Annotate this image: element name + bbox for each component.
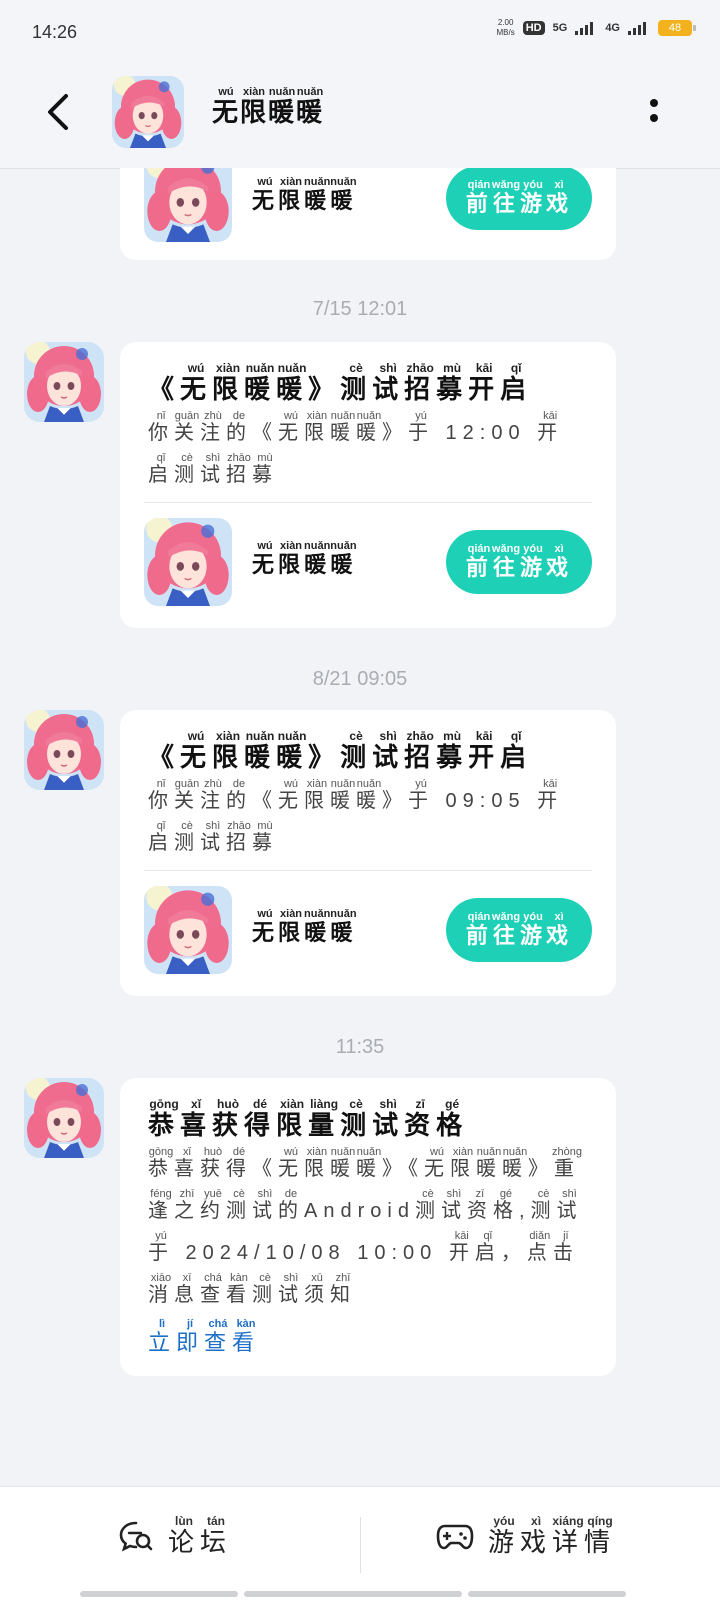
message-body: 恭gōng喜xǐ获huò得dé《无wú限xiàn暖nuǎn暖nuǎn》《无wú限…: [148, 1146, 583, 1306]
timestamp: 8/21 09:05: [312, 668, 408, 690]
message-title: 《无wú限xiàn暖nuǎn暖nuǎn》测cè试shì招zhāo募mù开kāi启…: [148, 361, 533, 404]
timestamp: 11:35: [335, 1036, 385, 1058]
signal-4g-icon: 4G: [605, 22, 620, 34]
game-icon: [144, 518, 232, 606]
message-body: 你nǐ关guān注zhù的de《无wú限xiàn暖nuǎn暖nuǎn》于yú 0…: [148, 778, 564, 854]
message-card: 《无wú限xiàn暖nuǎn暖nuǎn》测cè试shì招zhāo募mù开kāi启…: [120, 710, 616, 996]
header: 无wú限xiàn暖nuǎn暖nuǎn: [0, 70, 720, 169]
message-body: 你nǐ关guān注zhù的de《无wú限xiàn暖nuǎn暖nuǎn》于yú 1…: [148, 410, 564, 486]
status-bar: 14:26 2.00 MB/s HD 5G 4G 48: [0, 0, 720, 70]
battery-icon: 48: [658, 20, 696, 36]
game-row[interactable]: 无wú限xiàn暖nuǎn暖nuǎn 前qián 往wǎng 游yóu 戏xì: [144, 886, 592, 976]
signal-5g-icon: 5G: [552, 22, 568, 34]
go-to-game-button[interactable]: 前qián 往wǎng 游yóu 戏xì: [446, 530, 592, 594]
go-to-game-button[interactable]: 前qián 往wǎng 游yóu 戏xì: [446, 168, 592, 230]
game-row[interactable]: 无wú限xiàn暖nuǎn暖nuǎn 前qián 往wǎng 游yóu 戏xì: [144, 518, 592, 608]
network-speed: 2.00 MB/s: [496, 18, 515, 37]
nav-handle: [468, 1591, 626, 1597]
header-avatar[interactable]: [112, 76, 184, 148]
timestamp: 7/15 12:01: [312, 298, 408, 320]
tab-forum[interactable]: 论lùn坛tán: [118, 1514, 233, 1559]
message-feed[interactable]: 无wú限xiàn暖nuǎn暖nuǎn 前qián 往wǎng 游yóu 戏xì 7/1…: [0, 168, 720, 1486]
bottom-bar: 论lùn坛tán 游yóu戏xì详xiáng情qíng: [0, 1486, 720, 1601]
page-title: 无wú限xiàn暖nuǎn暖nuǎn: [212, 86, 325, 127]
tab-game-detail-label: 游yóu戏xì详xiáng情qíng: [488, 1514, 617, 1557]
nav-handle: [80, 1591, 238, 1597]
nav-handle: [244, 1591, 462, 1597]
game-row[interactable]: 无wú限xiàn暖nuǎn暖nuǎn 前qián 往wǎng 游yóu 戏xì: [144, 168, 592, 244]
hd-icon: HD: [522, 21, 545, 35]
divider: [144, 870, 592, 871]
game-icon: [144, 886, 232, 974]
status-time: 14:26: [32, 22, 78, 42]
message-card: 无wú限xiàn暖nuǎn暖nuǎn 前qián 往wǎng 游yóu 戏xì: [120, 168, 616, 260]
chat-search-icon: [119, 1521, 153, 1552]
go-to-game-button[interactable]: 前qián 往wǎng 游yóu 戏xì: [446, 898, 592, 962]
game-name: 无wú限xiàn暖nuǎn暖nuǎn: [252, 908, 357, 945]
sender-avatar[interactable]: [24, 1078, 104, 1158]
chevron-left-icon[interactable]: [38, 90, 82, 134]
sender-avatar[interactable]: [24, 710, 104, 790]
message-card[interactable]: 恭gōng喜xǐ获huò得dé限xiàn量liàng测cè试shì资zī格gé …: [120, 1078, 616, 1376]
avatar-image: [112, 76, 184, 148]
game-name: 无wú限xiàn暖nuǎn暖nuǎn: [252, 540, 357, 577]
game-name: 无wú限xiàn暖nuǎn暖nuǎn: [252, 176, 357, 213]
status-icons: 2.00 MB/s HD 5G 4G 48: [496, 18, 696, 38]
divider: [144, 502, 592, 503]
game-icon: [144, 168, 232, 242]
sender-avatar[interactable]: [24, 342, 104, 422]
signal-bars-icon: [575, 22, 594, 35]
tab-game-detail[interactable]: 游yóu戏xì详xiáng情qíng: [436, 1514, 617, 1559]
signal-bars-icon: [628, 22, 646, 35]
gamepad-icon: [436, 1524, 474, 1550]
tab-forum-label: 论lùn坛tán: [168, 1514, 233, 1557]
view-now-link[interactable]: 立lì即jí查chá看kàn: [148, 1318, 260, 1357]
message-title: 恭gōng喜xǐ获huò得dé限xiàn量liàng测cè试shì资zī格gé: [148, 1097, 469, 1140]
message-card: 《无wú限xiàn暖nuǎn暖nuǎn》测cè试shì招zhāo募mù开kāi启…: [120, 342, 616, 628]
more-vertical-icon[interactable]: [648, 96, 660, 126]
message-title: 《无wú限xiàn暖nuǎn暖nuǎn》测cè试shì招zhāo募mù开kāi启…: [148, 729, 533, 772]
divider: [360, 1517, 361, 1573]
